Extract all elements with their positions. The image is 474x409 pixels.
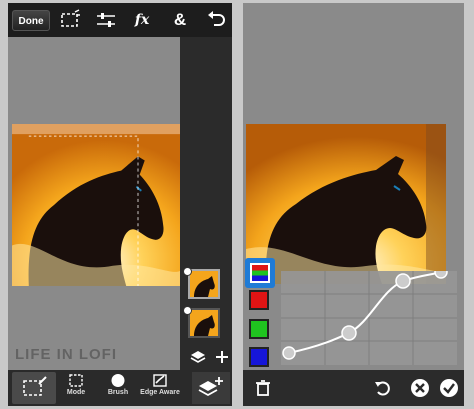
- channel-blue-button[interactable]: [249, 347, 269, 367]
- selection-brush-icon: [23, 376, 47, 396]
- curves-preview-photo: [246, 124, 446, 284]
- left-screen: Done fx & LIFE IN LOFI Mode Brush Edge A…: [8, 3, 232, 406]
- selection-icon[interactable]: [58, 9, 82, 31]
- layer-visibility-dot[interactable]: [183, 306, 192, 315]
- layer-visibility-dot[interactable]: [183, 267, 192, 276]
- top-toolbar: Done fx &: [8, 3, 232, 37]
- reset-icon[interactable]: [373, 378, 393, 398]
- curves-editor[interactable]: [281, 265, 457, 365]
- trash-icon[interactable]: [253, 378, 273, 398]
- dashed-square-icon: [69, 374, 83, 387]
- blend-ampersand-icon[interactable]: &: [168, 9, 192, 31]
- cancel-icon[interactable]: [410, 378, 430, 398]
- curve-point[interactable]: [395, 273, 411, 289]
- mode-label: Mode: [66, 389, 86, 396]
- layer-thumbnail-1[interactable]: [188, 269, 220, 299]
- curve-point[interactable]: [434, 265, 448, 279]
- layers-merge-button[interactable]: [192, 372, 230, 404]
- fx-icon[interactable]: fx: [130, 9, 154, 31]
- add-layer-icon[interactable]: [213, 348, 231, 366]
- edge-aware-label: Edge Aware: [140, 389, 180, 396]
- selection-brush-button[interactable]: [12, 372, 56, 404]
- confirm-icon[interactable]: [439, 378, 459, 398]
- right-screen: [243, 3, 464, 406]
- bottom-toolbar: Mode Brush Edge Aware: [8, 370, 232, 406]
- done-button[interactable]: Done: [12, 10, 50, 31]
- edge-aware-button[interactable]: Edge Aware: [138, 373, 182, 403]
- brush-label: Brush: [107, 389, 129, 396]
- mode-button[interactable]: Mode: [54, 373, 98, 403]
- edited-photo[interactable]: [12, 124, 180, 286]
- channel-rgb-button[interactable]: [250, 263, 270, 283]
- layers-panel: [180, 37, 232, 370]
- channel-red-button[interactable]: [249, 290, 269, 310]
- channel-green-button[interactable]: [249, 319, 269, 339]
- curve-point[interactable]: [282, 346, 296, 360]
- layer-thumbnail-2[interactable]: [188, 308, 220, 338]
- layers-stack-icon[interactable]: [189, 348, 207, 366]
- undo-icon[interactable]: [204, 9, 228, 31]
- layers-merge-icon: [198, 377, 223, 397]
- watermark: LIFE IN LOFI: [15, 346, 117, 363]
- circle-brush-icon: [111, 374, 125, 387]
- curve-point[interactable]: [341, 325, 357, 341]
- edge-aware-icon: [153, 374, 167, 387]
- brush-button[interactable]: Brush: [96, 373, 140, 403]
- curves-bottom-toolbar: [243, 370, 464, 406]
- adjust-sliders-icon[interactable]: [94, 9, 118, 31]
